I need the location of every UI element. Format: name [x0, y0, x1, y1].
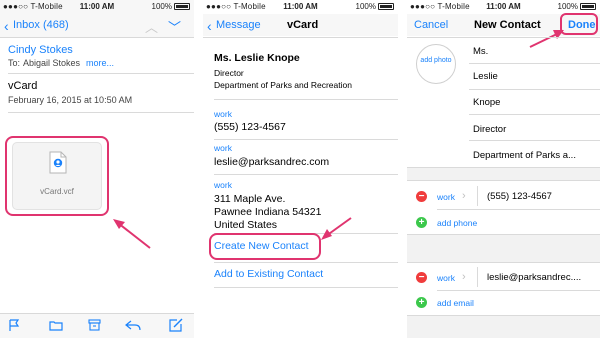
- message-back-button[interactable]: Message: [216, 19, 261, 31]
- previous-message-icon[interactable]: ︿: [145, 17, 158, 36]
- phone-type-chevron-icon[interactable]: ›: [462, 190, 466, 202]
- mail-subject: vCard: [8, 80, 38, 92]
- pointer-arrow: [529, 30, 564, 48]
- recipient-name[interactable]: Abigail Stokes: [23, 58, 80, 68]
- email-type-label[interactable]: work: [437, 273, 455, 283]
- remove-email-icon[interactable]: −: [416, 272, 427, 283]
- add-email-button[interactable]: add email: [437, 298, 474, 308]
- add-email-icon[interactable]: +: [416, 297, 427, 308]
- new-contact-navbar: Cancel New Contact Done: [407, 13, 600, 36]
- sender-name[interactable]: Cindy Stokes: [8, 44, 73, 56]
- battery-icon: [378, 3, 394, 10]
- prefix-field[interactable]: Ms.: [473, 46, 488, 57]
- mail-navbar: ‹ Inbox (468) ︿ ﹀: [0, 14, 194, 36]
- address-line3[interactable]: United States: [214, 219, 277, 231]
- phone-field[interactable]: (555) 123-4567: [487, 191, 552, 202]
- back-chevron-icon[interactable]: ‹: [4, 18, 9, 34]
- contact-name: Ms. Leslie Knope: [214, 52, 300, 64]
- flag-icon[interactable]: [9, 319, 20, 332]
- email-value[interactable]: leslie@parksandrec.com: [214, 156, 329, 168]
- job-title-field[interactable]: Director: [473, 124, 506, 135]
- add-phone-icon[interactable]: +: [416, 217, 427, 228]
- vcard-attachment[interactable]: vCard.vcf: [12, 142, 102, 210]
- more-link[interactable]: more...: [86, 58, 114, 68]
- archive-icon[interactable]: [88, 319, 101, 331]
- contact-department: Department of Parks and Recreation: [214, 80, 352, 90]
- email-label: work: [214, 143, 232, 153]
- last-name-field[interactable]: Knope: [473, 97, 500, 108]
- phone-label: work: [214, 109, 232, 119]
- create-new-contact-button[interactable]: Create New Contact: [214, 240, 309, 252]
- battery-percent: 100%: [151, 2, 172, 11]
- add-to-existing-contact-button[interactable]: Add to Existing Contact: [214, 268, 323, 280]
- done-button[interactable]: Done: [568, 19, 596, 31]
- address-line2[interactable]: Pawnee Indiana 54321: [214, 206, 321, 218]
- company-field[interactable]: Department of Parks a...: [473, 150, 576, 161]
- phone-type-label[interactable]: work: [437, 192, 455, 202]
- mail-panel: ●●●○○ T-Mobile 11:00 AM 100% ‹ Inbox (46…: [0, 0, 194, 338]
- status-bar: ●●●○○ T-Mobile 11:00 AM 100%: [0, 0, 194, 14]
- remove-phone-icon[interactable]: −: [416, 191, 427, 202]
- attachment-filename: vCard.vcf: [40, 187, 74, 196]
- address-label: work: [214, 180, 232, 190]
- inbox-back-button[interactable]: Inbox (468): [13, 19, 69, 31]
- email-field[interactable]: leslie@parksandrec....: [487, 272, 581, 283]
- vcard-panel: ●●●○○ T-Mobile 11:00 AM 100% ‹ Message v…: [203, 0, 398, 338]
- folder-icon[interactable]: [49, 320, 63, 331]
- status-bar: ●●●○○ T-Mobile 11:00 AM 100%: [407, 0, 600, 14]
- first-name-field[interactable]: Leslie: [473, 71, 498, 82]
- pointer-arrow: [113, 219, 151, 249]
- back-chevron-icon[interactable]: ‹: [207, 18, 212, 34]
- reply-icon[interactable]: [125, 319, 141, 331]
- vcard-title: vCard: [287, 19, 319, 31]
- mail-date: February 16, 2015 at 10:50 AM: [8, 95, 133, 105]
- battery-percent: 100%: [355, 2, 376, 11]
- phone-value[interactable]: (555) 123-4567: [214, 121, 286, 133]
- email-type-chevron-icon[interactable]: ›: [462, 271, 466, 283]
- battery-icon: [580, 3, 596, 10]
- to-label: To:: [8, 58, 21, 68]
- contact-job-title: Director: [214, 68, 244, 78]
- vcard-file-icon: [49, 151, 67, 174]
- add-photo-button[interactable]: add photo: [416, 44, 456, 84]
- mail-toolbar: [0, 314, 194, 338]
- address-line1[interactable]: 311 Maple Ave.: [214, 193, 285, 205]
- battery-percent: 100%: [557, 2, 578, 11]
- cancel-button[interactable]: Cancel: [414, 19, 448, 31]
- add-photo-label: add photo: [420, 57, 452, 64]
- vcard-navbar: ‹ Message vCard: [203, 14, 398, 36]
- next-message-icon[interactable]: ﹀: [168, 17, 181, 36]
- battery-icon: [174, 3, 190, 10]
- compose-icon[interactable]: [169, 318, 183, 332]
- status-bar: ●●●○○ T-Mobile 11:00 AM 100%: [203, 0, 398, 14]
- new-contact-panel: ●●●○○ T-Mobile 11:00 AM 100% Cancel New …: [407, 0, 600, 338]
- pointer-arrow: [321, 217, 352, 240]
- add-phone-button[interactable]: add phone: [437, 218, 477, 228]
